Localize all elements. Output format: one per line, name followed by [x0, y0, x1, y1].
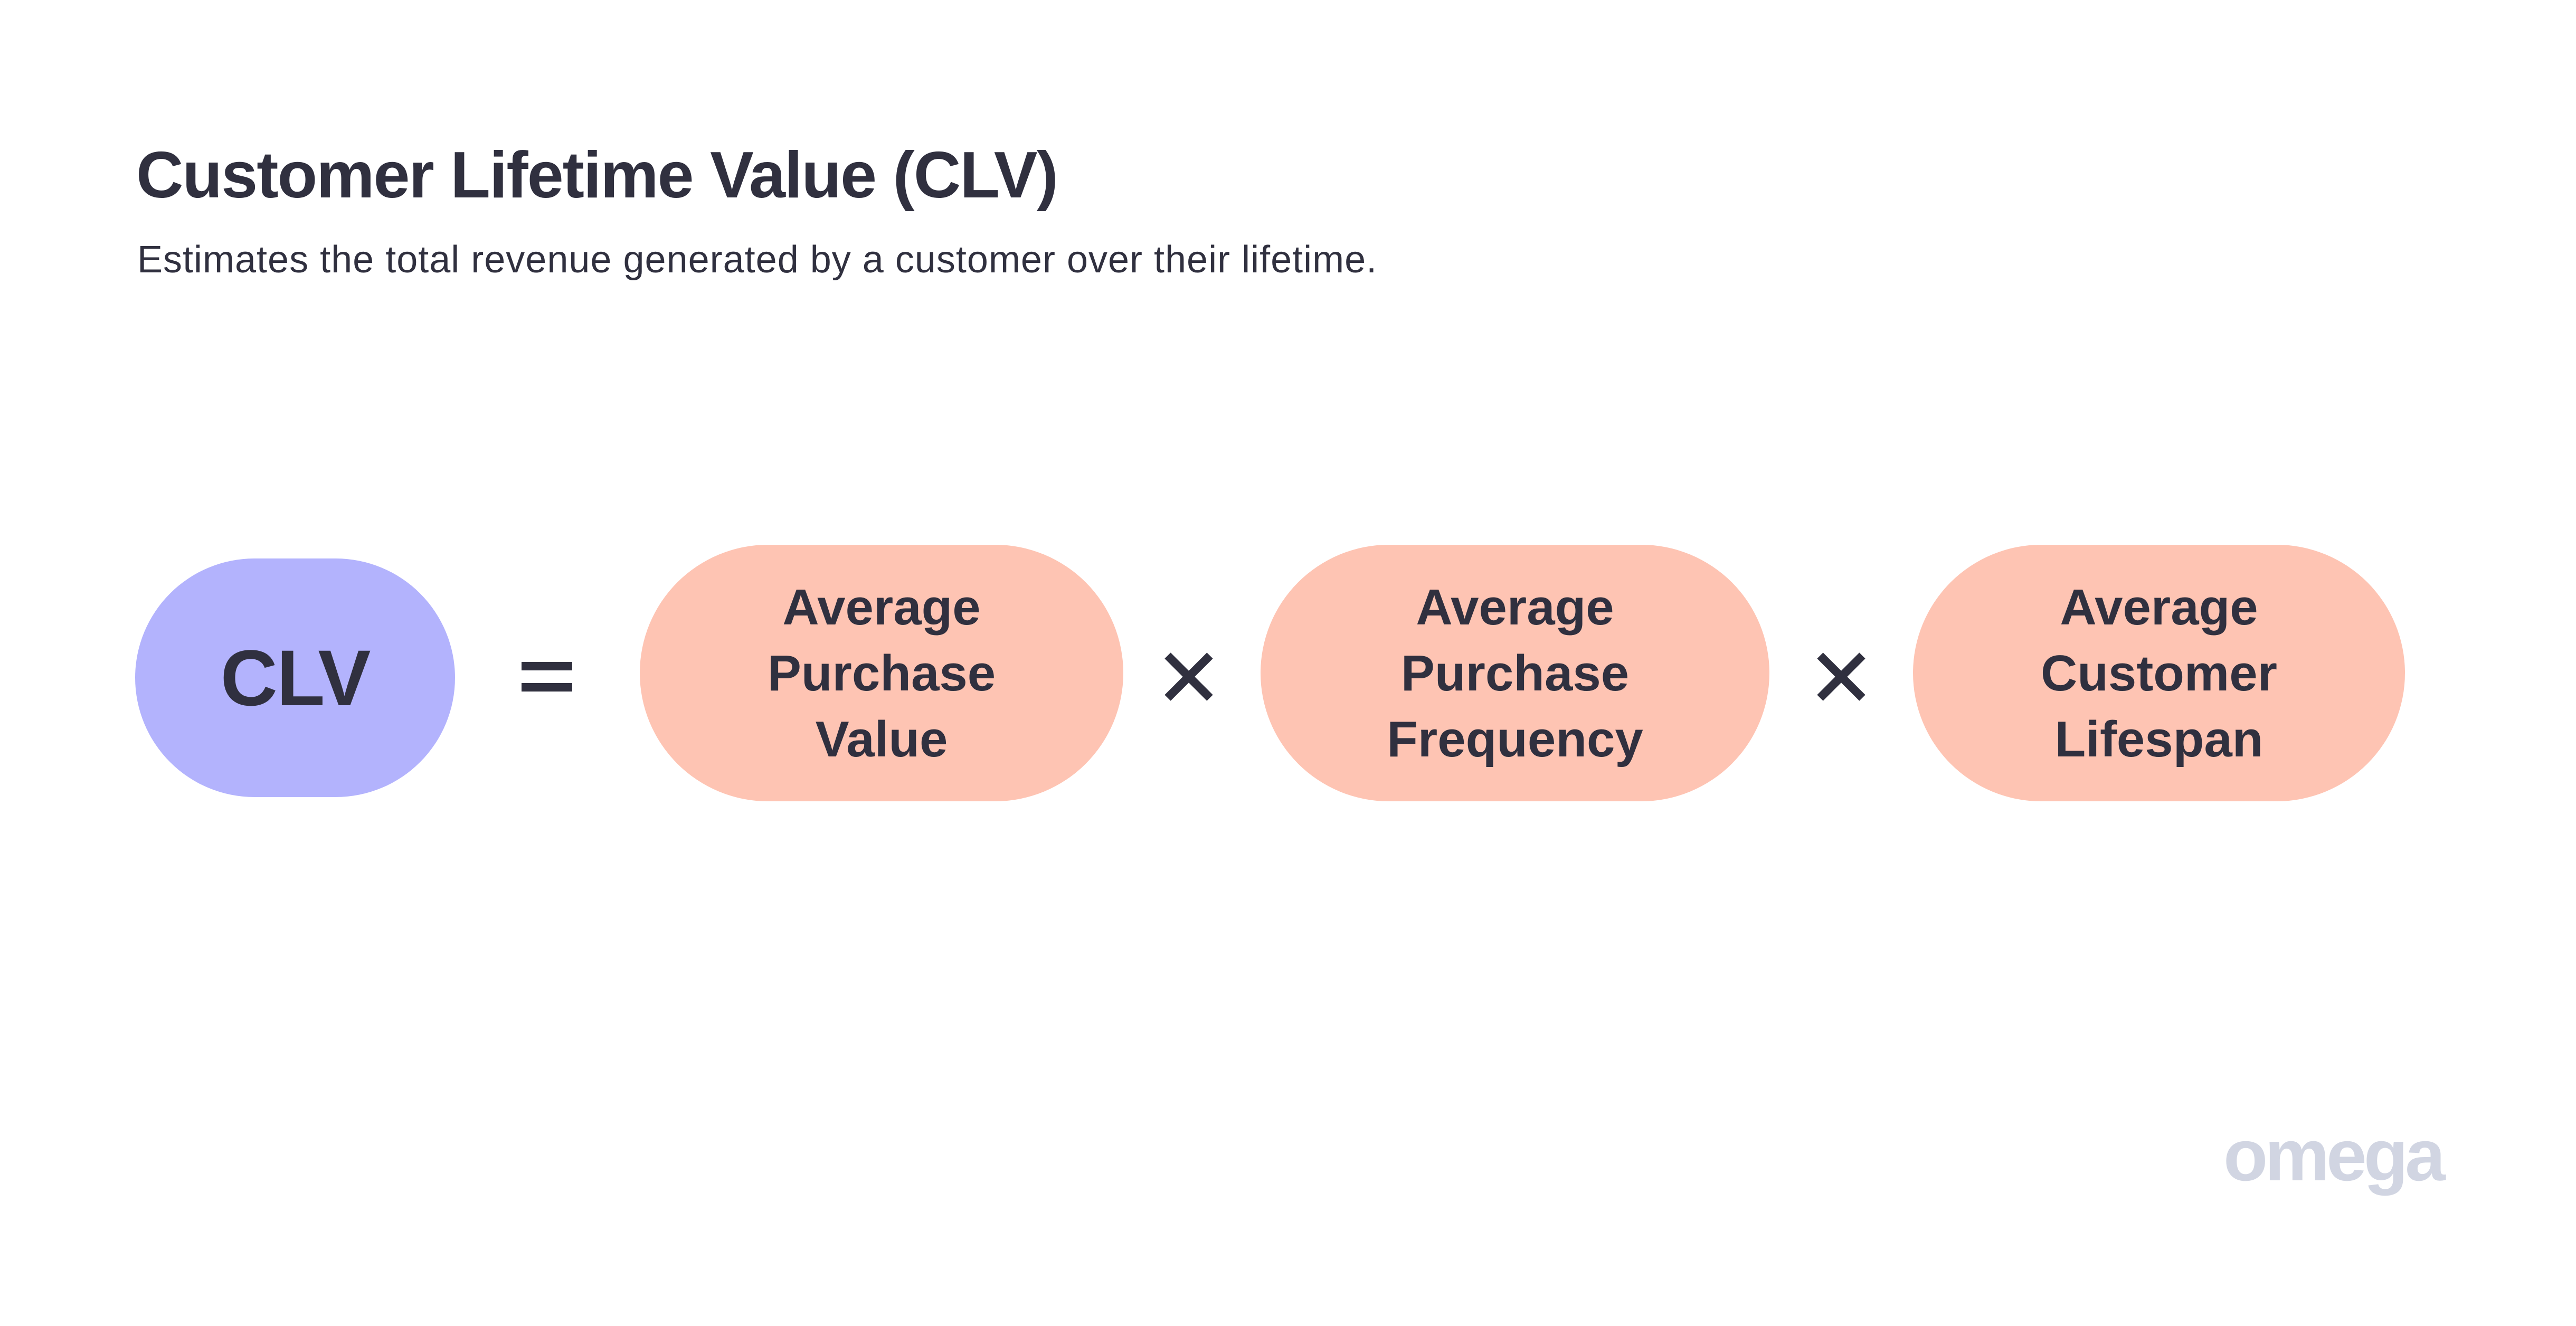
times-icon: [1164, 652, 1213, 701]
factor-label-line: Average: [782, 579, 981, 636]
factor-label-line: Purchase: [1400, 645, 1630, 702]
equals-bar-bottom: [522, 683, 572, 692]
factor-label-line: Frequency: [1387, 711, 1643, 768]
times-icon: [1817, 652, 1865, 701]
page-title: Customer Lifetime Value (CLV): [136, 139, 1058, 212]
factor-label-line: Average: [1416, 579, 1614, 636]
equals-icon: [522, 662, 572, 692]
omega-logo: omega: [2223, 1115, 2446, 1196]
clv-result-label: CLV: [220, 633, 371, 722]
page-subtitle: Estimates the total revenue generated by…: [137, 239, 1378, 281]
factor-label-line: Lifespan: [2054, 711, 2264, 768]
factor-label-line: Average: [2060, 579, 2258, 636]
factor-label-line: Value: [815, 711, 948, 768]
factor-label-line: Customer: [2040, 645, 2278, 702]
factor-pill-average-purchase-frequency: Average Purchase Frequency: [1261, 545, 1769, 801]
equals-bar-top: [522, 662, 572, 670]
clv-result-pill: CLV: [135, 558, 455, 797]
factor-pill-average-customer-lifespan: Average Customer Lifespan: [1913, 545, 2405, 801]
times-icon-glyph: [1164, 652, 1213, 701]
factor-pill-average-purchase-value: Average Purchase Value: [640, 545, 1123, 801]
factor-label-line: Purchase: [767, 645, 996, 702]
factor-label: Average Customer Lifespan: [2041, 574, 2277, 772]
factor-label: Average Purchase Value: [768, 574, 996, 772]
times-icon-glyph: [1817, 652, 1865, 701]
factor-label: Average Purchase Frequency: [1387, 574, 1643, 772]
